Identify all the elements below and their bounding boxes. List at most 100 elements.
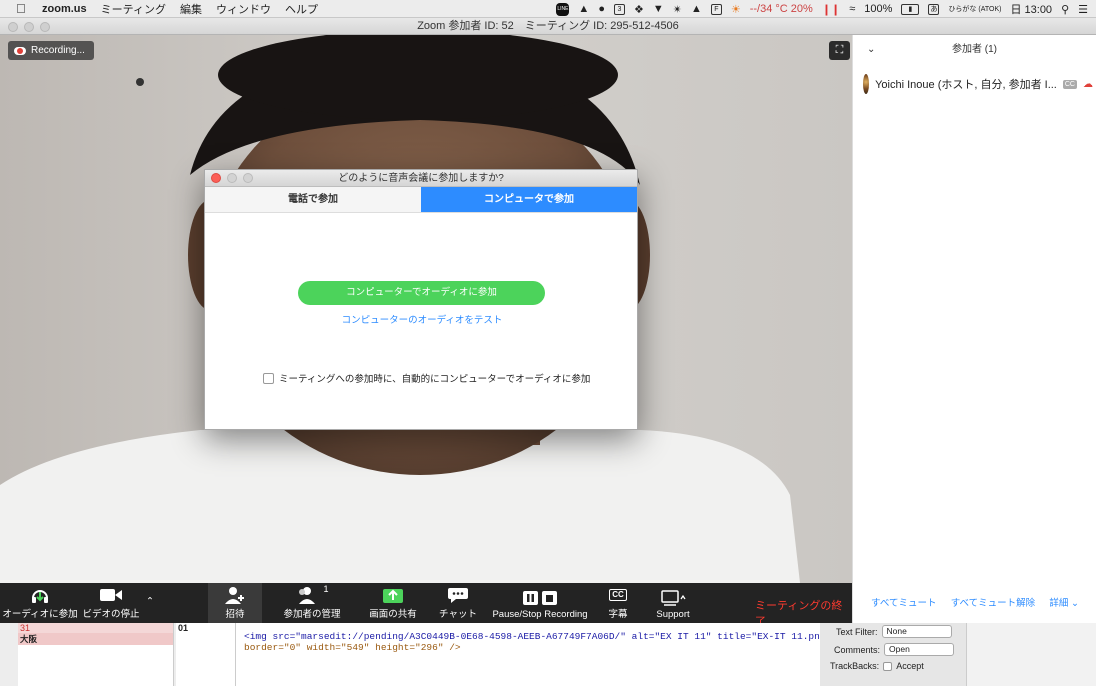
comments-select[interactable]: Open bbox=[884, 643, 955, 656]
notification-center-icon[interactable]: ☰ bbox=[1078, 3, 1088, 16]
weather-icon[interactable]: ☀ bbox=[731, 3, 741, 16]
dialog-zoom-button[interactable] bbox=[243, 173, 253, 183]
comments-value: Open bbox=[889, 644, 910, 654]
chevron-down-icon[interactable]: ⌄ bbox=[867, 35, 875, 65]
stop-video-button[interactable]: ビデオの停止 bbox=[83, 583, 140, 623]
participant-row[interactable]: Yoichi Inoue (ホスト, 自分, 参加者 I... CC ☁ bbox=[863, 73, 1093, 95]
chat-button[interactable]: チャット bbox=[438, 583, 478, 623]
text-filter-value: None bbox=[886, 626, 907, 636]
participants-icon: 1 bbox=[295, 584, 329, 606]
mute-all-button[interactable]: すべてミュート bbox=[871, 595, 936, 609]
code-line: border="0" width="549" height="296" /> bbox=[244, 642, 461, 653]
participant-name: Yoichi Inoue (ホスト, 自分, 参加者 I... bbox=[875, 79, 1057, 91]
participants-title: 参加者 (1) bbox=[952, 44, 997, 55]
menu-bar:  zoom.us ミーティング 編集 ウィンドウ ヘルプ LINE ▲ ● 3… bbox=[0, 0, 1096, 18]
text-filter-select[interactable]: None bbox=[881, 625, 952, 638]
drive-icon[interactable]: ▼ bbox=[653, 3, 664, 15]
list-item[interactable]: 31 bbox=[18, 623, 173, 633]
join-computer-audio-button[interactable]: コンピューターでオーディオに参加 bbox=[298, 281, 545, 305]
dialog-close-button[interactable] bbox=[211, 173, 221, 183]
trackbacks-label: TrackBacks: bbox=[830, 661, 880, 671]
vpn-triangle-icon[interactable]: ▲ bbox=[691, 3, 702, 15]
editor-list: 31 大阪 bbox=[18, 623, 174, 686]
line-icon[interactable]: LINE bbox=[556, 2, 570, 16]
invite-label: 招待 bbox=[225, 609, 245, 620]
trackbacks-value: Accept bbox=[896, 661, 924, 671]
captions-button[interactable]: CC 字幕 bbox=[602, 583, 634, 623]
editor-code-area[interactable]: <img src="marsedit://pending/A3C0449B-0E… bbox=[236, 623, 820, 686]
menu-window[interactable]: ウィンドウ bbox=[216, 1, 271, 17]
auto-join-label: ミーティングへの参加時に、自動的にコンピューターでオーディオに参加 bbox=[279, 374, 591, 385]
wifi-icon[interactable]: ≈ bbox=[849, 3, 855, 15]
pause-stop-recording-label: Pause/Stop Recording bbox=[492, 609, 588, 620]
battery-percent[interactable]: 100% bbox=[864, 3, 892, 15]
clock[interactable]: 日 13:00 bbox=[1010, 1, 1052, 17]
spotlight-search-icon[interactable]: ⚲ bbox=[1061, 3, 1069, 16]
participant-count: 1 bbox=[323, 584, 329, 594]
auto-join-audio-option[interactable]: ミーティングへの参加時に、自動的にコンピューターでオーディオに参加 bbox=[263, 371, 590, 385]
tab-phone[interactable]: 電話で参加 bbox=[205, 187, 421, 212]
trackbacks-checkbox[interactable] bbox=[883, 661, 893, 671]
list-item[interactable]: 大阪 bbox=[18, 633, 173, 645]
window-title-bar: Zoom 参加者 ID: 52 ミーティング ID: 295-512-4506 bbox=[0, 18, 1096, 35]
evernote-icon[interactable]: ▲ bbox=[578, 3, 589, 15]
share-screen-label: 画面の共有 bbox=[369, 609, 417, 620]
zoom-window-button[interactable] bbox=[40, 22, 50, 32]
dialog-minimize-button[interactable] bbox=[227, 173, 237, 183]
menu-help[interactable]: ヘルプ bbox=[285, 1, 318, 17]
ime-icon[interactable]: あ bbox=[928, 3, 940, 15]
pause-bars-icon[interactable]: ❙❙ bbox=[822, 3, 840, 16]
participants-footer: すべてミュート すべてミュート解除 詳細 ⌄ bbox=[853, 595, 1096, 609]
comments-row: Comments: Open bbox=[834, 643, 955, 656]
cc-icon: CC bbox=[1062, 79, 1077, 89]
more-button[interactable]: 詳細 ⌄ bbox=[1049, 595, 1079, 609]
text-filter-label: Text Filter: bbox=[836, 626, 878, 637]
chat-bubble-icon[interactable]: ● bbox=[598, 3, 605, 15]
cc-icon-text: CC bbox=[609, 589, 627, 601]
manage-participants-button[interactable]: 1 参加者の管理 bbox=[283, 583, 341, 623]
tab-computer[interactable]: コンピュータで参加 bbox=[421, 187, 637, 212]
share-screen-icon bbox=[382, 584, 404, 606]
pause-stop-recording-button[interactable]: Pause/Stop Recording bbox=[492, 583, 588, 623]
auto-join-checkbox[interactable] bbox=[263, 372, 274, 384]
battery-icon[interactable]: ▮ bbox=[901, 3, 920, 15]
participants-header: ⌄ 参加者 (1) bbox=[853, 35, 1096, 65]
menu-edit[interactable]: 編集 bbox=[180, 1, 202, 17]
dialog-title: どのように音声会議に参加しますか? bbox=[338, 173, 504, 184]
pinwheel-icon[interactable]: ✴ bbox=[673, 3, 682, 16]
minimize-window-button[interactable] bbox=[24, 22, 34, 32]
cc-icon: CC bbox=[609, 584, 627, 606]
more-label: 詳細 bbox=[1049, 598, 1069, 609]
test-audio-link-text[interactable]: コンピューターのオーディオをテスト bbox=[342, 315, 503, 326]
fullscreen-icon[interactable]: ⛶ bbox=[829, 41, 850, 60]
editor-side-area bbox=[966, 623, 1096, 686]
apple-icon[interactable]:  bbox=[16, 1, 30, 16]
join-audio-button[interactable]: オーディオに参加 bbox=[2, 583, 78, 623]
unmute-all-button[interactable]: すべてミュート解除 bbox=[951, 595, 1035, 609]
post-settings-panel: Text Filter: None Comments: Open TrackBa… bbox=[820, 623, 966, 686]
support-button[interactable]: Support bbox=[653, 583, 693, 623]
app-box-icon[interactable]: F bbox=[710, 3, 722, 15]
recording-indicator[interactable]: Recording... bbox=[8, 41, 94, 60]
video-options-caret[interactable]: ⌃ bbox=[143, 583, 157, 623]
menu-app-name[interactable]: zoom.us bbox=[42, 3, 87, 15]
text-filter-row: Text Filter: None bbox=[836, 625, 952, 638]
dropbox-icon[interactable]: ❖ bbox=[634, 3, 644, 16]
calendar-icon[interactable]: 3 bbox=[613, 3, 625, 15]
join-audio-dialog: どのように音声会議に参加しますか? 電話で参加 コンピュータで参加 コンピュータ… bbox=[204, 169, 638, 430]
video-camera-icon bbox=[99, 584, 123, 606]
captions-label: 字幕 bbox=[608, 609, 628, 620]
join-audio-label: オーディオに参加 bbox=[2, 609, 78, 620]
close-window-button[interactable] bbox=[8, 22, 18, 32]
recording-label: Recording... bbox=[31, 45, 85, 56]
remote-support-icon bbox=[660, 587, 686, 609]
pause-stop-icon bbox=[522, 587, 558, 609]
window-title: Zoom 参加者 ID: 52 ミーティング ID: 295-512-4506 bbox=[417, 20, 679, 32]
invite-button[interactable]: 招待 bbox=[208, 583, 262, 623]
code-line: <img src="marsedit://pending/A3C0449B-0E… bbox=[244, 631, 820, 642]
ime-label[interactable]: ひらがな (ATOK) bbox=[948, 4, 1001, 14]
weather-temp[interactable]: --/34 °C 20% bbox=[750, 3, 813, 15]
menu-meeting[interactable]: ミーティング bbox=[101, 1, 166, 17]
share-screen-button[interactable]: 画面の共有 bbox=[368, 583, 418, 623]
participants-panel: ⌄ 参加者 (1) Yoichi Inoue (ホスト, 自分, 参加者 I..… bbox=[852, 35, 1096, 623]
